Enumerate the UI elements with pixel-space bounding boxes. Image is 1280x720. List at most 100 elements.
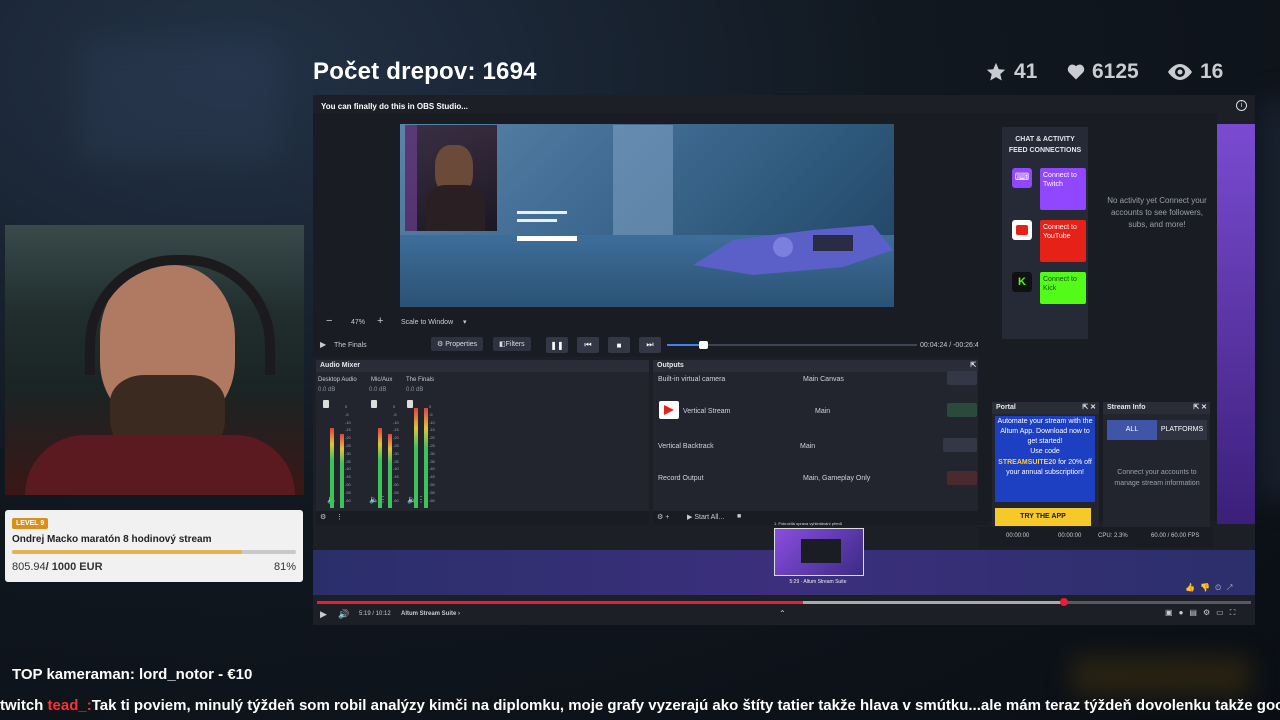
output-toggle-backtrack[interactable]	[943, 438, 977, 452]
meter-scale-label: -5	[345, 411, 349, 417]
volume-fader[interactable]	[371, 400, 377, 408]
star-icon	[986, 62, 1006, 81]
meter-scale-label: -45	[345, 474, 351, 480]
properties-label: Properties	[445, 341, 478, 348]
settings-icon[interactable]: ⚙	[1203, 608, 1216, 617]
player-controls-right[interactable]: ▣●▤⚙▭⛶	[1165, 608, 1241, 618]
meter-scale-label: -50	[345, 482, 351, 487]
meter-scale-label: -55	[345, 489, 351, 495]
meter-scale-label: -25	[429, 443, 435, 448]
zoom-in-button[interactable]: +	[377, 315, 383, 327]
output-toggle-virtualcam[interactable]	[947, 371, 977, 385]
video-actions[interactable]: 👍👎⏲↗	[1185, 583, 1238, 593]
meter-scale-label: -15	[393, 427, 399, 433]
scale-mode-select[interactable]: Scale to Window	[401, 319, 453, 326]
portal-ad: Automate your stream with the Altum App.…	[995, 416, 1095, 502]
autoplay-icon[interactable]: ▣	[1165, 608, 1179, 617]
connect-twitch-button[interactable]: Connect to Twitch	[1040, 168, 1086, 210]
youtube-icon	[659, 401, 679, 419]
activity-empty-text: No activity yet Connect your accounts to…	[1107, 196, 1207, 229]
clock-icon[interactable]: ⏲	[1215, 583, 1226, 592]
meter-scale-label: -20	[429, 435, 435, 441]
thumbs-down-icon[interactable]: 👎	[1200, 583, 1215, 592]
streamer-hoodie	[25, 435, 295, 495]
volume-fader[interactable]	[407, 400, 413, 408]
fullscreen-icon[interactable]: ⛶	[1230, 608, 1242, 617]
stream-info-text: Connect your accounts to manage stream i…	[1114, 469, 1200, 487]
output-name: Vertical Backtrack	[658, 443, 714, 450]
ticker-message: Tak ti poviem, minulý týždeň som robil a…	[91, 697, 1280, 714]
goal-title: Ondrej Macko maratón 8 hodinový stream	[12, 534, 212, 545]
meter-scale-label: -40	[429, 466, 435, 472]
streamer-webcam	[5, 225, 304, 495]
more-icon[interactable]: ⋮	[336, 513, 343, 521]
captions-icon[interactable]: ●	[1179, 608, 1190, 617]
output-name: Vertical Stream	[683, 408, 731, 415]
connect-youtube-button[interactable]: Connect to YouTube	[1040, 220, 1086, 262]
meter-scale-label: -10	[345, 419, 351, 425]
subtitles-icon[interactable]: ▤	[1189, 608, 1203, 617]
media-seek-bar[interactable]	[667, 341, 917, 349]
meter-scale-label: -60	[429, 497, 435, 503]
share-icon[interactable]: ↗	[1226, 583, 1237, 592]
pause-button[interactable]: ❚❚	[546, 337, 568, 353]
source-name: The Finals	[334, 342, 367, 349]
volume-icon[interactable]: 🔊	[338, 609, 349, 620]
tab-platforms[interactable]: PLATFORMS	[1157, 420, 1207, 440]
progress-thumb[interactable]	[1060, 598, 1069, 606]
meter-scale-label: -5	[429, 411, 433, 417]
meter-scale-label: 0	[429, 404, 432, 409]
gear-icon[interactable]: ⚙ +	[657, 513, 669, 521]
output-toggle-stream[interactable]	[947, 403, 977, 417]
previous-button[interactable]: ⏮	[577, 337, 599, 353]
stop-icon[interactable]: ■	[737, 513, 741, 520]
volume-fader[interactable]	[323, 400, 329, 408]
meter-scale-label: -25	[345, 443, 351, 448]
mixer-channel-label: Mic/Aux	[371, 377, 393, 383]
try-the-app-button[interactable]: TRY THE APP	[995, 508, 1091, 526]
close-icon[interactable]: ⇱ ✕	[1082, 402, 1096, 414]
player-progress-bar[interactable]	[317, 598, 1251, 606]
chevron-up-icon[interactable]: ⌃	[779, 609, 786, 618]
meter-scale-label: -15	[429, 427, 435, 433]
portal-title: Portal ⇱ ✕	[992, 402, 1099, 414]
stop-button[interactable]: ■	[608, 337, 630, 353]
output-toggle-record[interactable]	[947, 471, 977, 485]
mixer-footer: ⚙ ⋮	[316, 511, 649, 525]
progress-hover	[802, 601, 1065, 604]
start-all-button[interactable]: ▶ Start All...	[687, 513, 724, 521]
goal-percent: 81%	[273, 561, 296, 573]
thumbs-up-icon[interactable]: 👍	[1185, 583, 1200, 592]
gear-icon[interactable]: ⚙	[320, 513, 326, 521]
donation-goal: LEVEL 9 Ondrej Macko maratón 8 hodinový …	[5, 510, 303, 582]
zoom-out-button[interactable]: −	[326, 315, 332, 327]
player-play-icon[interactable]: ▶	[320, 609, 327, 620]
play-icon[interactable]: ▶	[320, 340, 326, 349]
promo-code: STREAMSUITE20	[998, 458, 1057, 466]
meter-scale-label: 0	[393, 404, 396, 409]
stat-viewers: 16	[1166, 60, 1223, 84]
meter-scale-label: -30	[393, 450, 399, 456]
connect-kick-button[interactable]: Connect to Kick	[1040, 272, 1086, 304]
meter-bar	[330, 428, 334, 508]
zoom-level: 47%	[351, 319, 366, 326]
close-icon[interactable]: ⇱ ✕	[1193, 402, 1207, 414]
meter-scale-label: 0	[345, 404, 348, 409]
tab-all[interactable]: ALL	[1107, 420, 1157, 440]
properties-button[interactable]: ⚙ Properties	[431, 337, 484, 351]
filters-button[interactable]: ◧Filters	[493, 337, 531, 351]
output-target: Main	[815, 408, 831, 415]
video-player[interactable]: You can finally do this in OBS Studio...…	[313, 95, 1255, 625]
info-icon[interactable]: i	[1236, 100, 1247, 111]
chevron-down-icon[interactable]: ▾	[463, 318, 467, 326]
background-blur	[1071, 656, 1251, 696]
miniplayer-icon[interactable]: ▭	[1216, 608, 1230, 617]
output-target: Main	[800, 443, 816, 450]
filters-label: Filters	[505, 341, 525, 348]
next-button[interactable]: ⏭	[639, 337, 661, 353]
meter-scale-label: -35	[429, 458, 435, 464]
player-chapter[interactable]: Altum Stream Suite ›	[401, 611, 460, 617]
meter-bar	[424, 408, 428, 508]
output-name: Built-in virtual camera	[658, 376, 726, 383]
game-hud	[517, 207, 577, 252]
